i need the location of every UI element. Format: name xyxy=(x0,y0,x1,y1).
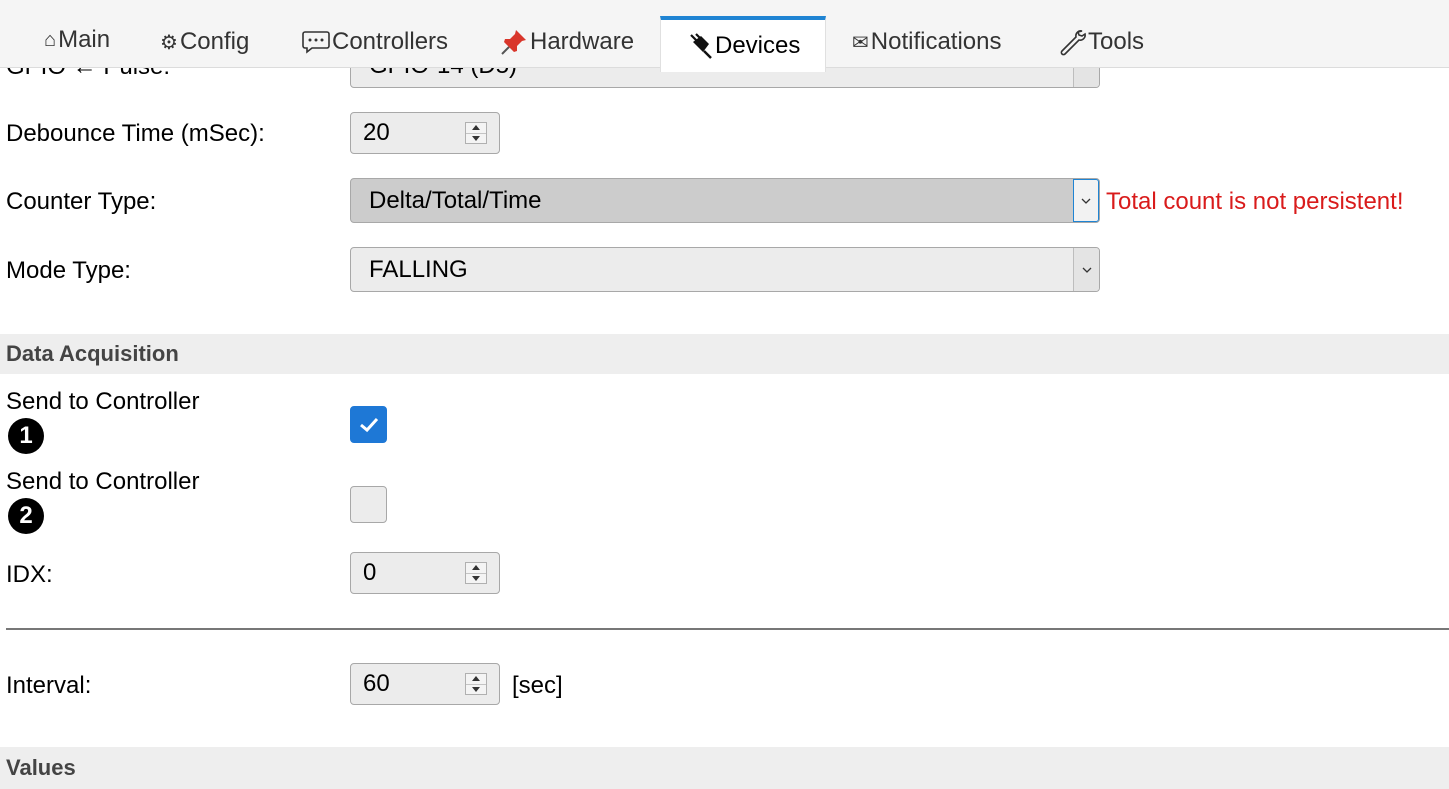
tab-devices[interactable]: Devices xyxy=(660,16,826,72)
interval-value: 60 xyxy=(363,670,390,697)
tab-label: Main xyxy=(58,26,111,53)
mode-type-value: FALLING xyxy=(369,255,468,283)
counter-type-select[interactable]: Delta/Total/Time xyxy=(350,178,1100,223)
spinner-control[interactable] xyxy=(465,562,487,584)
controller-2-badge: 2 xyxy=(8,498,44,534)
tab-bar: ⌂ Main ⚙ Config Controllers Hardware Dev… xyxy=(0,0,1449,72)
gear-icon: ⚙ xyxy=(160,31,178,54)
tab-main[interactable]: ⌂ Main xyxy=(38,14,116,66)
spin-down-icon[interactable] xyxy=(466,132,486,144)
spin-up-icon[interactable] xyxy=(466,563,486,573)
spinner-control[interactable] xyxy=(465,122,487,144)
tab-label: Config xyxy=(179,28,250,55)
pushpin-icon xyxy=(500,28,528,56)
debounce-time-input[interactable]: 20 xyxy=(350,112,500,154)
data-acquisition-title: Data Acquisition xyxy=(6,341,179,366)
counter-type-warning: Total count is not persistent! xyxy=(1106,188,1404,215)
tab-tools[interactable]: Tools xyxy=(1052,16,1150,68)
send-to-controller-2-label: Send to Controller xyxy=(6,468,200,495)
home-icon: ⌂ xyxy=(44,28,57,51)
controller-1-badge: 1 xyxy=(8,418,44,454)
send-to-controller-1-checkbox[interactable] xyxy=(350,406,387,443)
tab-notifications[interactable]: ✉ Notifications xyxy=(846,16,1008,68)
debounce-time-value: 20 xyxy=(363,119,390,146)
chat-icon xyxy=(302,30,330,54)
spin-down-icon[interactable] xyxy=(466,683,486,695)
counter-type-label: Counter Type: xyxy=(6,188,157,215)
interval-unit: [sec] xyxy=(512,672,563,699)
interval-label: Interval: xyxy=(6,672,92,699)
tab-controllers[interactable]: Controllers xyxy=(296,16,454,68)
send-to-controller-1-label: Send to Controller xyxy=(6,388,200,415)
idx-label: IDX: xyxy=(6,561,53,588)
tab-label: Controllers xyxy=(332,28,449,55)
idx-input[interactable]: 0 xyxy=(350,552,500,594)
tab-hardware[interactable]: Hardware xyxy=(494,16,640,68)
data-acquisition-header: Data Acquisition xyxy=(0,334,1449,374)
debounce-time-label: Debounce Time (mSec): xyxy=(6,120,265,147)
chevron-down-icon xyxy=(1073,179,1099,222)
tab-label: Hardware xyxy=(530,28,635,55)
idx-value: 0 xyxy=(363,559,377,586)
spin-up-icon[interactable] xyxy=(466,123,486,133)
separator xyxy=(6,628,1449,630)
mode-type-select[interactable]: FALLING xyxy=(350,247,1100,292)
spin-up-icon[interactable] xyxy=(466,674,486,684)
interval-input[interactable]: 60 xyxy=(350,663,500,705)
spinner-control[interactable] xyxy=(465,673,487,695)
values-title: Values xyxy=(6,755,76,780)
counter-type-value: Delta/Total/Time xyxy=(369,186,542,214)
values-header: Values xyxy=(0,747,1449,789)
tab-label: Devices xyxy=(715,32,801,59)
wrench-icon xyxy=(1058,28,1086,56)
tab-config[interactable]: ⚙ Config xyxy=(154,16,255,68)
plug-icon xyxy=(687,33,713,59)
envelope-icon: ✉ xyxy=(852,31,869,54)
mode-type-label: Mode Type: xyxy=(6,257,131,284)
send-to-controller-2-checkbox[interactable] xyxy=(350,486,387,523)
tab-label: Notifications xyxy=(870,28,1002,55)
spin-down-icon[interactable] xyxy=(466,572,486,584)
tab-label: Tools xyxy=(1088,28,1145,55)
checkmark-icon xyxy=(359,417,378,432)
chevron-down-icon xyxy=(1073,248,1099,291)
